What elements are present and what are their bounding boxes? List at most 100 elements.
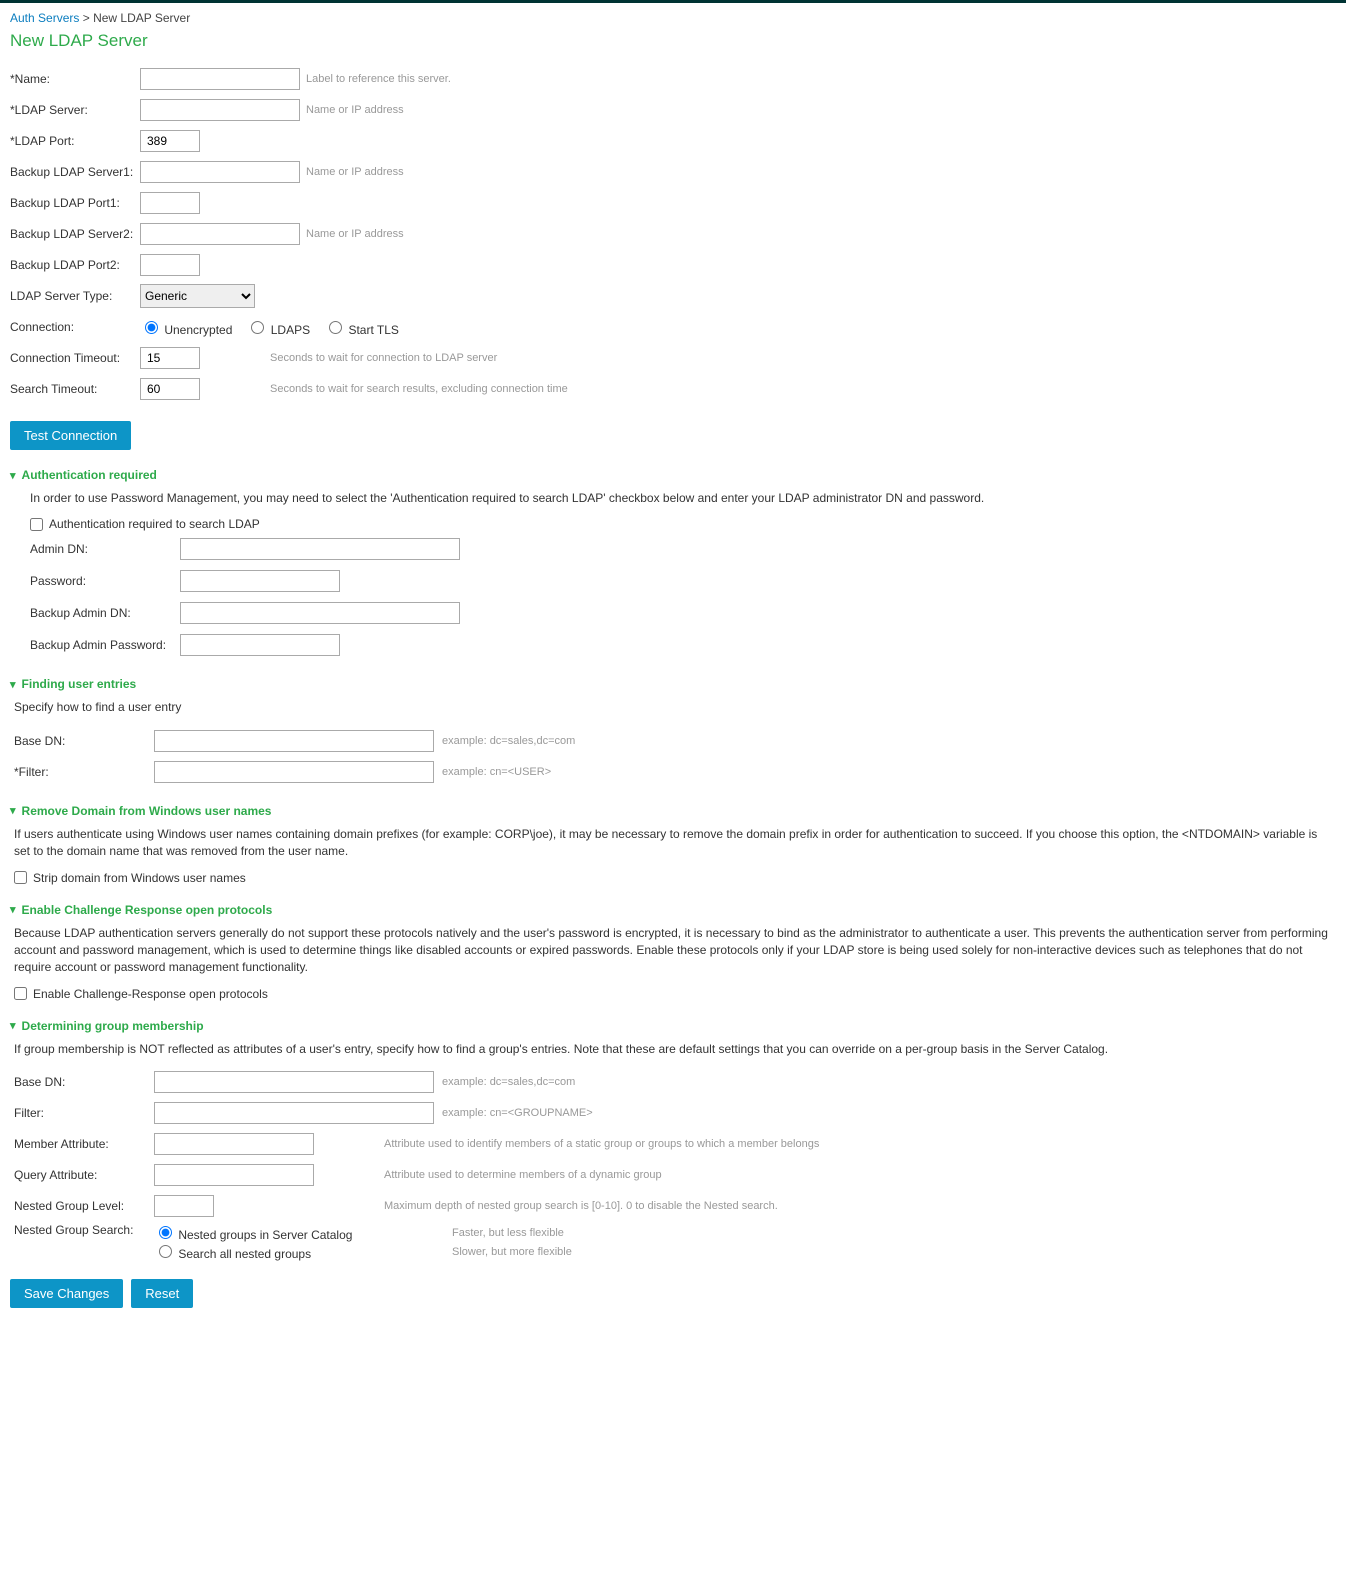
nested-catalog-label: Nested groups in Server Catalog (178, 1228, 352, 1242)
group-basedn-input[interactable] (154, 1071, 434, 1093)
user-filter-label: *Filter: (14, 765, 154, 779)
backup-admin-pw-label: Backup Admin Password: (30, 638, 180, 652)
auth-required-checkbox[interactable] (30, 518, 43, 531)
member-attr-hint: Attribute used to identify members of a … (384, 1138, 819, 1150)
conn-timeout-input[interactable] (140, 347, 200, 369)
test-connection-button[interactable]: Test Connection (10, 421, 131, 450)
chevron-down-icon: ▾ (10, 804, 16, 817)
challenge-label: Enable Challenge-Response open protocols (33, 987, 268, 1001)
ldap-server-label: *LDAP Server: (10, 103, 140, 117)
query-attr-label: Query Attribute: (14, 1168, 154, 1182)
nested-catalog-hint: Faster, but less flexible (452, 1227, 564, 1239)
conn-unencrypted-radio[interactable] (145, 321, 158, 334)
ldap-server-hint: Name or IP address (306, 104, 404, 116)
chevron-down-icon: ▾ (10, 1019, 16, 1032)
section-auth-required[interactable]: ▾ Authentication required (10, 468, 1336, 482)
name-label: *Name: (10, 72, 140, 86)
conn-unencrypted-label: Unencrypted (164, 323, 232, 337)
breadcrumb: Auth Servers > New LDAP Server (10, 11, 1336, 25)
backup2-server-label: Backup LDAP Server2: (10, 227, 140, 241)
auth-desc: In order to use Password Management, you… (30, 490, 1336, 507)
challenge-desc: Because LDAP authentication servers gene… (14, 925, 1336, 977)
remove-domain-desc: If users authenticate using Windows user… (14, 826, 1336, 861)
conn-starttls-label: Start TLS (348, 323, 398, 337)
nested-all-hint: Slower, but more flexible (452, 1246, 572, 1258)
conn-timeout-hint: Seconds to wait for connection to LDAP s… (270, 352, 497, 364)
ldap-port-label: *LDAP Port: (10, 134, 140, 148)
reset-button[interactable]: Reset (131, 1279, 193, 1308)
backup-admin-dn-label: Backup Admin DN: (30, 606, 180, 620)
conn-starttls-radio[interactable] (329, 321, 342, 334)
query-attr-hint: Attribute used to determine members of a… (384, 1169, 662, 1181)
section-remove-domain[interactable]: ▾ Remove Domain from Windows user names (10, 804, 1336, 818)
password-input[interactable] (180, 570, 340, 592)
section-challenge[interactable]: ▾ Enable Challenge Response open protoco… (10, 903, 1336, 917)
member-attr-input[interactable] (154, 1133, 314, 1155)
name-hint: Label to reference this server. (306, 73, 451, 85)
section-challenge-title: Enable Challenge Response open protocols (22, 903, 273, 917)
section-remove-domain-title: Remove Domain from Windows user names (22, 804, 272, 818)
admin-dn-input[interactable] (180, 538, 460, 560)
connection-label: Connection: (10, 320, 140, 334)
backup2-server-input[interactable] (140, 223, 300, 245)
group-desc: If group membership is NOT reflected as … (14, 1041, 1336, 1058)
user-filter-hint: example: cn=<USER> (442, 766, 551, 778)
server-type-label: LDAP Server Type: (10, 289, 140, 303)
strip-domain-checkbox[interactable] (14, 871, 27, 884)
conn-ldaps-label: LDAPS (271, 323, 310, 337)
save-button[interactable]: Save Changes (10, 1279, 123, 1308)
nested-search-label: Nested Group Search: (14, 1223, 154, 1237)
section-auth-title: Authentication required (22, 468, 157, 482)
server-type-select[interactable]: Generic (140, 284, 255, 308)
backup-admin-dn-input[interactable] (180, 602, 460, 624)
ldap-port-input[interactable] (140, 130, 200, 152)
query-attr-input[interactable] (154, 1164, 314, 1186)
user-basedn-hint: example: dc=sales,dc=com (442, 735, 575, 747)
conn-ldaps-radio[interactable] (251, 321, 264, 334)
auth-required-checkbox-label: Authentication required to search LDAP (49, 517, 260, 531)
user-filter-input[interactable] (154, 761, 434, 783)
strip-domain-label: Strip domain from Windows user names (33, 871, 246, 885)
challenge-checkbox[interactable] (14, 987, 27, 1000)
backup2-port-input[interactable] (140, 254, 200, 276)
group-filter-input[interactable] (154, 1102, 434, 1124)
section-find-user-title: Finding user entries (22, 677, 137, 691)
nested-level-label: Nested Group Level: (14, 1199, 154, 1213)
section-find-user[interactable]: ▾ Finding user entries (10, 677, 1336, 691)
nested-all-radio[interactable] (159, 1245, 172, 1258)
section-group-title: Determining group membership (22, 1019, 204, 1033)
chevron-down-icon: ▾ (10, 678, 16, 691)
name-input[interactable] (140, 68, 300, 90)
nested-catalog-radio[interactable] (159, 1226, 172, 1239)
backup1-port-label: Backup LDAP Port1: (10, 196, 140, 210)
backup2-port-label: Backup LDAP Port2: (10, 258, 140, 272)
search-timeout-input[interactable] (140, 378, 200, 400)
backup1-server-hint: Name or IP address (306, 166, 404, 178)
breadcrumb-current: New LDAP Server (93, 11, 190, 25)
user-basedn-input[interactable] (154, 730, 434, 752)
chevron-down-icon: ▾ (10, 469, 16, 482)
nested-all-label: Search all nested groups (178, 1247, 311, 1261)
search-timeout-label: Search Timeout: (10, 382, 140, 396)
section-group[interactable]: ▾ Determining group membership (10, 1019, 1336, 1033)
group-filter-hint: example: cn=<GROUPNAME> (442, 1107, 593, 1119)
backup1-port-input[interactable] (140, 192, 200, 214)
ldap-server-input[interactable] (140, 99, 300, 121)
nested-level-hint: Maximum depth of nested group search is … (384, 1200, 778, 1212)
conn-timeout-label: Connection Timeout: (10, 351, 140, 365)
admin-dn-label: Admin DN: (30, 542, 180, 556)
nested-level-input[interactable] (154, 1195, 214, 1217)
backup-admin-pw-input[interactable] (180, 634, 340, 656)
member-attr-label: Member Attribute: (14, 1137, 154, 1151)
breadcrumb-root[interactable]: Auth Servers (10, 11, 79, 25)
backup2-server-hint: Name or IP address (306, 228, 404, 240)
search-timeout-hint: Seconds to wait for search results, excl… (270, 383, 568, 395)
backup1-server-input[interactable] (140, 161, 300, 183)
group-filter-label: Filter: (14, 1106, 154, 1120)
page-title: New LDAP Server (10, 31, 1336, 51)
password-label: Password: (30, 574, 180, 588)
group-basedn-hint: example: dc=sales,dc=com (442, 1076, 575, 1088)
backup1-server-label: Backup LDAP Server1: (10, 165, 140, 179)
group-basedn-label: Base DN: (14, 1075, 154, 1089)
chevron-down-icon: ▾ (10, 903, 16, 916)
